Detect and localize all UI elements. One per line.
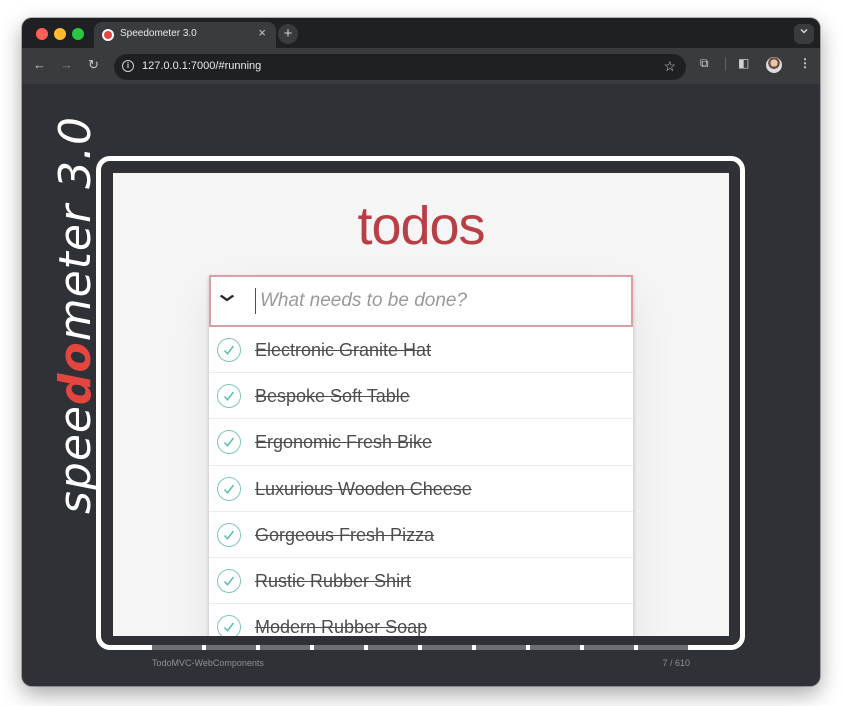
- benchmark-progress-bar: [152, 645, 692, 650]
- close-window-button[interactable]: [36, 28, 48, 40]
- todo-label[interactable]: Rustic Rubber Shirt: [255, 571, 411, 592]
- checkmark-icon: [223, 484, 235, 494]
- progress-segment: [422, 645, 472, 650]
- forward-icon[interactable]: →: [60, 57, 73, 72]
- todo-item[interactable]: Luxurious Wooden Cheese: [209, 466, 633, 512]
- tab-speedometer[interactable]: Speedometer 3.0 ×: [94, 22, 276, 48]
- todo-checkbox[interactable]: [217, 338, 241, 362]
- todo-label[interactable]: Modern Rubber Soap: [255, 617, 427, 636]
- checkmark-icon: [223, 391, 235, 402]
- close-tab-icon[interactable]: ×: [258, 25, 266, 40]
- iteration-counter: 7 / 610: [662, 658, 690, 668]
- chevron-down-icon: [219, 294, 235, 302]
- todo-checkbox[interactable]: [217, 522, 241, 547]
- logo-text-part1: spee: [50, 405, 101, 514]
- browser-window: Speedometer 3.0 × + ← → ↻ i 127.0.0.1:70…: [22, 18, 820, 686]
- checkmark-icon: [223, 437, 235, 448]
- todo-checkbox[interactable]: [217, 615, 241, 636]
- toolbar-divider: [725, 57, 726, 71]
- todo-list: Electronic Granite Hat Bespoke Soft Table…: [209, 327, 633, 636]
- site-info-icon[interactable]: i: [122, 60, 134, 72]
- checkmark-icon: [223, 576, 235, 586]
- tab-search-button[interactable]: [794, 24, 814, 44]
- progress-segment: [314, 645, 364, 650]
- new-tab-button[interactable]: +: [278, 24, 298, 44]
- todo-item[interactable]: Gorgeous Fresh Pizza: [209, 512, 633, 558]
- profile-avatar[interactable]: [766, 57, 782, 73]
- suite-name: TodoMVC-WebComponents: [152, 658, 264, 668]
- progress-segment: [476, 645, 526, 650]
- todo-label[interactable]: Ergonomic Fresh Bike: [255, 432, 432, 453]
- todo-label[interactable]: Electronic Granite Hat: [255, 340, 431, 361]
- extensions-icon[interactable]: ⧉: [700, 56, 709, 71]
- progress-segment: [368, 645, 418, 650]
- chevron-down-icon: [800, 28, 808, 34]
- todo-item[interactable]: Bespoke Soft Table: [209, 373, 633, 420]
- progress-segment: [260, 645, 310, 650]
- progress-segment: [152, 645, 202, 650]
- page-title: todos: [357, 196, 485, 256]
- todo-item[interactable]: Modern Rubber Soap: [209, 604, 633, 636]
- progress-segment: [206, 645, 256, 650]
- zoom-window-button[interactable]: [72, 28, 84, 40]
- tab-bar: Speedometer 3.0 × +: [22, 18, 820, 48]
- todomvc-app: todos Electronic Granite Hat Bespoke Soft…: [113, 173, 729, 636]
- speedometer-icon: [102, 29, 114, 41]
- todo-checkbox[interactable]: [217, 384, 241, 409]
- progress-segment: [638, 645, 688, 650]
- todo-label[interactable]: Gorgeous Fresh Pizza: [255, 525, 434, 546]
- back-icon[interactable]: ←: [33, 57, 46, 72]
- todo-checkbox[interactable]: [217, 568, 241, 593]
- todo-label[interactable]: Bespoke Soft Table: [255, 386, 410, 407]
- address-bar[interactable]: i 127.0.0.1:7000/#running ☆: [114, 54, 686, 80]
- new-todo-input[interactable]: [255, 288, 615, 314]
- logo-text-part2: meter 3.0: [50, 115, 101, 342]
- checkmark-icon: [223, 622, 235, 633]
- todo-item[interactable]: Electronic Granite Hat: [209, 327, 633, 374]
- todo-item[interactable]: Rustic Rubber Shirt: [209, 558, 633, 605]
- todo-checkbox[interactable]: [217, 476, 241, 501]
- minimize-window-button[interactable]: [54, 28, 66, 40]
- url-text[interactable]: 127.0.0.1:7000/#running: [142, 60, 261, 72]
- page-viewport: speedometer 3.0 todos Electronic Granite…: [22, 84, 820, 686]
- tab-title: Speedometer 3.0: [120, 28, 197, 39]
- side-panel-icon[interactable]: ◧: [738, 56, 749, 70]
- more-menu-icon[interactable]: ⋮: [799, 56, 811, 70]
- progress-segment: [584, 645, 634, 650]
- checkmark-icon: [223, 530, 235, 540]
- progress-segment: [530, 645, 580, 650]
- todo-label[interactable]: Luxurious Wooden Cheese: [255, 479, 472, 500]
- todo-item[interactable]: Ergonomic Fresh Bike: [209, 419, 633, 466]
- logo-text-highlight: do: [50, 341, 101, 405]
- browser-toolbar: ← → ↻ i 127.0.0.1:7000/#running ☆ ⧉ ◧ ⋮: [22, 48, 820, 84]
- toggle-all-button[interactable]: [219, 290, 236, 306]
- reload-icon[interactable]: ↻: [88, 57, 99, 73]
- checkmark-icon: [223, 345, 235, 356]
- new-todo-row: [209, 275, 633, 327]
- todo-checkbox[interactable]: [217, 430, 241, 455]
- bookmark-star-icon[interactable]: ☆: [663, 58, 676, 75]
- todo-list-container: Electronic Granite Hat Bespoke Soft Table…: [209, 275, 633, 636]
